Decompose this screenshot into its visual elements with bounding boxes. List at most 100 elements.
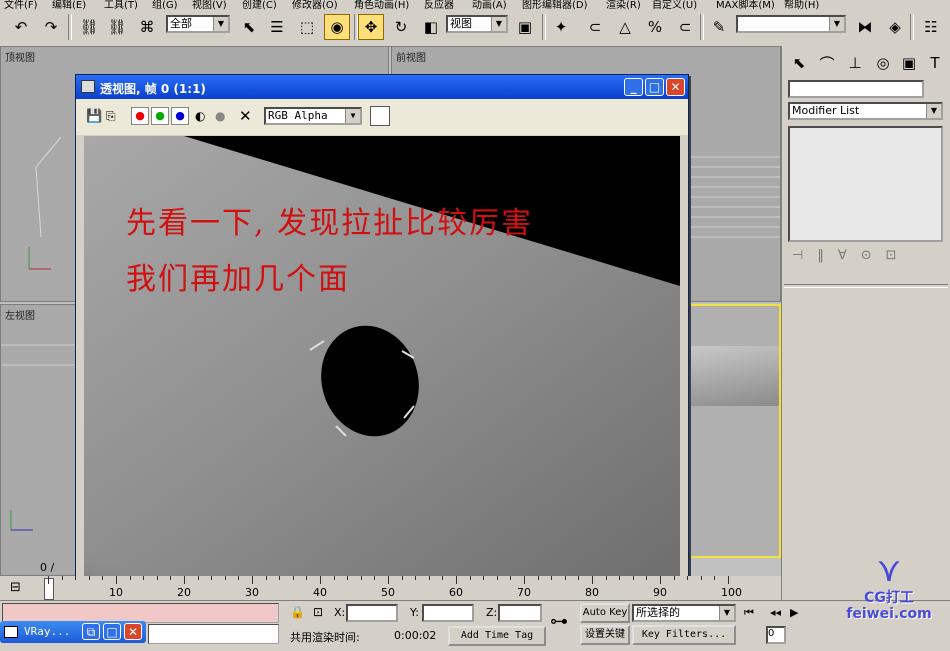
key-filters-button[interactable]: Key Filters... [632, 625, 736, 645]
ruler-tick [238, 576, 240, 580]
color-swatch[interactable] [370, 106, 390, 126]
ruler-tick [456, 576, 457, 584]
select-and-manipulate-icon[interactable]: ✦ [548, 14, 574, 40]
vray-window-icon [4, 626, 18, 638]
menu-item[interactable]: 反应器 [424, 0, 454, 10]
save-bitmap-icon[interactable]: 💾 [86, 109, 102, 124]
mirror-icon[interactable]: ⧓ [852, 14, 878, 40]
menu-item[interactable]: 自定义(U) [652, 0, 697, 10]
red-channel-icon[interactable]: ● [131, 107, 149, 125]
hierarchy-tab-icon[interactable]: ⊥ [842, 50, 868, 76]
select-by-name-icon[interactable]: ☰ [264, 14, 290, 40]
viewport-perspective[interactable] [689, 304, 781, 558]
angle-snap-icon[interactable]: △ [612, 14, 638, 40]
ruler-tick [224, 576, 226, 580]
menu-item[interactable]: 创建(C) [242, 0, 277, 10]
reference-coordinate-value: 视图 [450, 17, 472, 30]
stack-controls[interactable]: ⊣‖∀⊙⊡ [792, 248, 942, 264]
key-selection-dropdown[interactable]: 所选择的 ▼ [632, 604, 736, 622]
render-window-titlebar[interactable]: 透视图, 帧 0 (1:1) _ □ ✕ [76, 75, 688, 99]
channel-dropdown[interactable]: RGB Alpha ▼ [264, 107, 362, 125]
menu-item[interactable]: 角色动画(H) [354, 0, 409, 10]
ruler-tick [578, 576, 580, 580]
pivot-center-icon[interactable]: ▣ [512, 14, 538, 40]
trackbar-icon[interactable]: ⊟ [10, 580, 21, 595]
green-channel-icon[interactable]: ● [151, 107, 169, 125]
taskbar-vray-button[interactable]: VRay... ⧉ □ ✕ [0, 621, 146, 643]
lock-selection-icon[interactable]: 🔒 [290, 605, 305, 619]
spinner-snap-icon[interactable]: ⊂ [672, 14, 698, 40]
redo-icon[interactable]: ↷ [38, 14, 64, 40]
select-and-scale-icon[interactable]: ◧ [418, 14, 444, 40]
selection-filter-dropdown[interactable]: 全部 ▼ [166, 15, 230, 33]
menu-item[interactable]: 帮助(H) [784, 0, 819, 10]
close-icon[interactable]: ✕ [666, 78, 685, 96]
window-crossing-icon[interactable]: ◉ [324, 14, 350, 40]
taskbar-maximize-icon[interactable]: □ [103, 623, 121, 640]
select-and-rotate-icon[interactable]: ↻ [388, 14, 414, 40]
monochrome-icon[interactable]: ● [215, 109, 225, 123]
snaps-toggle-icon[interactable]: ⊂ [582, 14, 608, 40]
x-coordinate-field[interactable] [346, 604, 398, 622]
current-frame-field[interactable]: 0 [766, 626, 786, 644]
rectangular-selection-icon[interactable]: ⬚ [294, 14, 320, 40]
modify-tab-icon[interactable]: ⌒ [814, 50, 840, 76]
menu-item[interactable]: 视图(V) [192, 0, 227, 10]
display-tab-icon[interactable]: ▣ [896, 50, 922, 76]
menu-item[interactable]: 修改器(O) [292, 0, 338, 10]
menu-item[interactable]: MAX脚本(M) [716, 0, 775, 10]
time-slider-thumb[interactable] [44, 578, 54, 600]
bind-space-warp-icon[interactable]: ⌘ [134, 14, 160, 40]
unlink-icon[interactable]: ⛓ [104, 14, 130, 40]
undo-icon[interactable]: ↶ [8, 14, 34, 40]
alpha-channel-icon[interactable]: ◐ [195, 109, 205, 123]
maximize-icon[interactable]: □ [645, 78, 664, 96]
ruler-tick [564, 576, 566, 580]
motion-tab-icon[interactable]: ◎ [870, 50, 896, 76]
set-key-icon[interactable]: ⊶ [550, 611, 568, 632]
taskbar-vray-label: VRay... [24, 625, 71, 638]
z-coordinate-field[interactable] [498, 604, 542, 622]
menu-item[interactable]: 编辑(E) [52, 0, 86, 10]
blue-channel-icon[interactable]: ● [171, 107, 189, 125]
minimize-icon[interactable]: _ [624, 78, 643, 96]
y-coordinate-field[interactable] [422, 604, 474, 622]
taskbar-restore-icon[interactable]: ⧉ [82, 623, 100, 640]
menu-item[interactable]: 工具(T) [104, 0, 138, 10]
go-to-start-icon[interactable]: ⏮ [744, 606, 754, 620]
menu-item[interactable]: 动画(A) [472, 0, 507, 10]
layer-manager-icon[interactable]: ☷ [918, 14, 944, 40]
menu-item[interactable]: 文件(F) [4, 0, 38, 10]
set-key-button[interactable]: 设置关键点 [580, 625, 630, 645]
select-link-icon[interactable]: ⛓ [76, 14, 102, 40]
maxscript-listener[interactable] [2, 603, 279, 623]
select-object-icon[interactable]: ⬉ [236, 14, 262, 40]
reference-coordinate-dropdown[interactable]: 视图 ▼ [446, 15, 508, 33]
modifier-stack[interactable] [788, 126, 943, 242]
add-time-tag-button[interactable]: Add Time Tag [448, 626, 546, 646]
utilities-tab-icon[interactable]: T [922, 50, 948, 76]
object-name-field[interactable] [788, 80, 924, 98]
command-panel: ⬉ ⌒ ⊥ ◎ ▣ T Modifier List ▼ ⊣‖∀⊙⊡ [781, 46, 950, 600]
select-and-move-icon[interactable]: ✥ [358, 14, 384, 40]
taskbar-close-icon[interactable]: ✕ [124, 623, 142, 640]
timeline-ruler[interactable]: ⊟ 0 / 10 20 30 40 50 60 70 80 90 100 [0, 561, 781, 600]
named-selection-dropdown[interactable]: ▼ [736, 15, 846, 33]
auto-key-button[interactable]: Auto Key [580, 603, 630, 623]
clear-icon[interactable]: ✕ [239, 107, 252, 125]
align-icon[interactable]: ◈ [882, 14, 908, 40]
create-tab-icon[interactable]: ⬉ [786, 50, 812, 76]
absolute-mode-icon[interactable]: ⊡ [313, 605, 323, 619]
menu-item[interactable]: 渲染(R) [606, 0, 641, 10]
ruler-tick [592, 576, 593, 584]
modifier-list-dropdown[interactable]: Modifier List ▼ [788, 102, 943, 120]
menu-item[interactable]: 组(G) [152, 0, 178, 10]
previous-frame-icon[interactable]: ◂◂ [770, 606, 781, 619]
ruler-tick [211, 576, 213, 580]
play-icon[interactable]: ▶ [790, 606, 798, 619]
menu-item[interactable]: 图形编辑器(D) [522, 0, 588, 10]
ruler-tick [619, 576, 621, 580]
edit-named-selection-icon[interactable]: ✎ [706, 14, 732, 40]
percent-snap-icon[interactable]: % [642, 14, 668, 40]
clone-window-icon[interactable]: ⎘ [106, 109, 116, 124]
